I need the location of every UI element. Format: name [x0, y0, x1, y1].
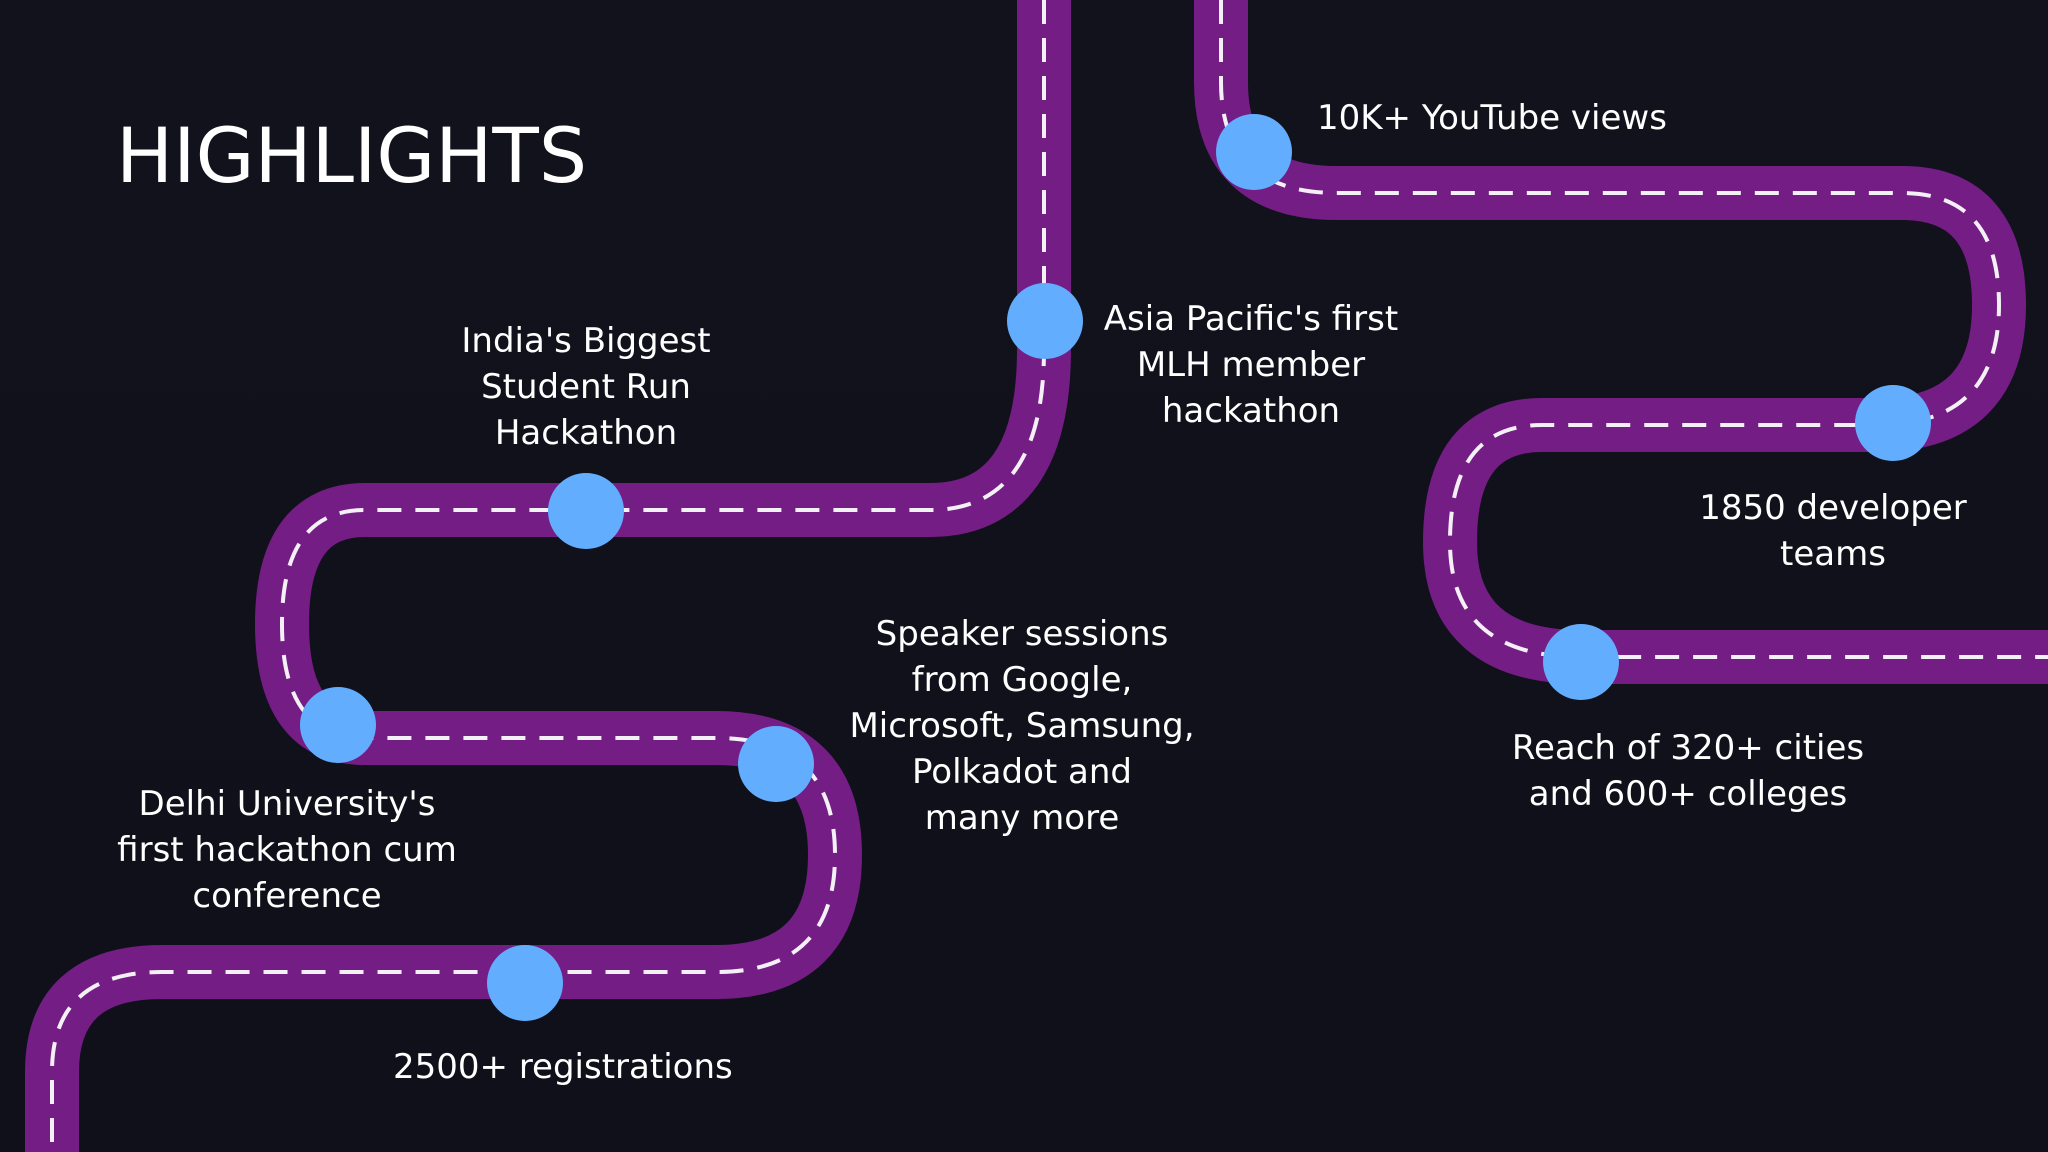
milestone-biggest-marker — [548, 473, 624, 549]
milestone-delhi-marker — [300, 687, 376, 763]
milestone-reach-marker — [1543, 624, 1619, 700]
milestone-youtube-label: 10K+ YouTube views — [1317, 98, 1667, 138]
milestone-registrations-marker — [487, 945, 563, 1021]
milestone-biggest-label: India's Biggest Student Run Hackathon — [461, 321, 711, 453]
milestone-youtube-marker — [1216, 114, 1292, 190]
milestone-speakers-label: Speaker sessions from Google, Microsoft,… — [849, 614, 1195, 838]
milestone-asia-marker — [1007, 283, 1083, 359]
milestone-asia-label: Asia Pacific's first MLH member hackatho… — [1103, 299, 1399, 431]
milestone-delhi-label: Delhi University's first hackathon cum c… — [117, 784, 457, 916]
milestone-teams-label: 1850 developer teams — [1699, 488, 1967, 574]
milestone-registrations-label: 2500+ registrations — [393, 1047, 733, 1087]
page-title: HIGHLIGHTS — [116, 111, 588, 200]
milestone-reach-label: Reach of 320+ cities and 600+ colleges — [1511, 728, 1865, 814]
milestone-speakers-marker — [738, 726, 814, 802]
milestone-teams-marker — [1855, 385, 1931, 461]
highlights-slide: HIGHLIGHTS 10K+ YouTube views Asia Pacif… — [0, 0, 2048, 1152]
